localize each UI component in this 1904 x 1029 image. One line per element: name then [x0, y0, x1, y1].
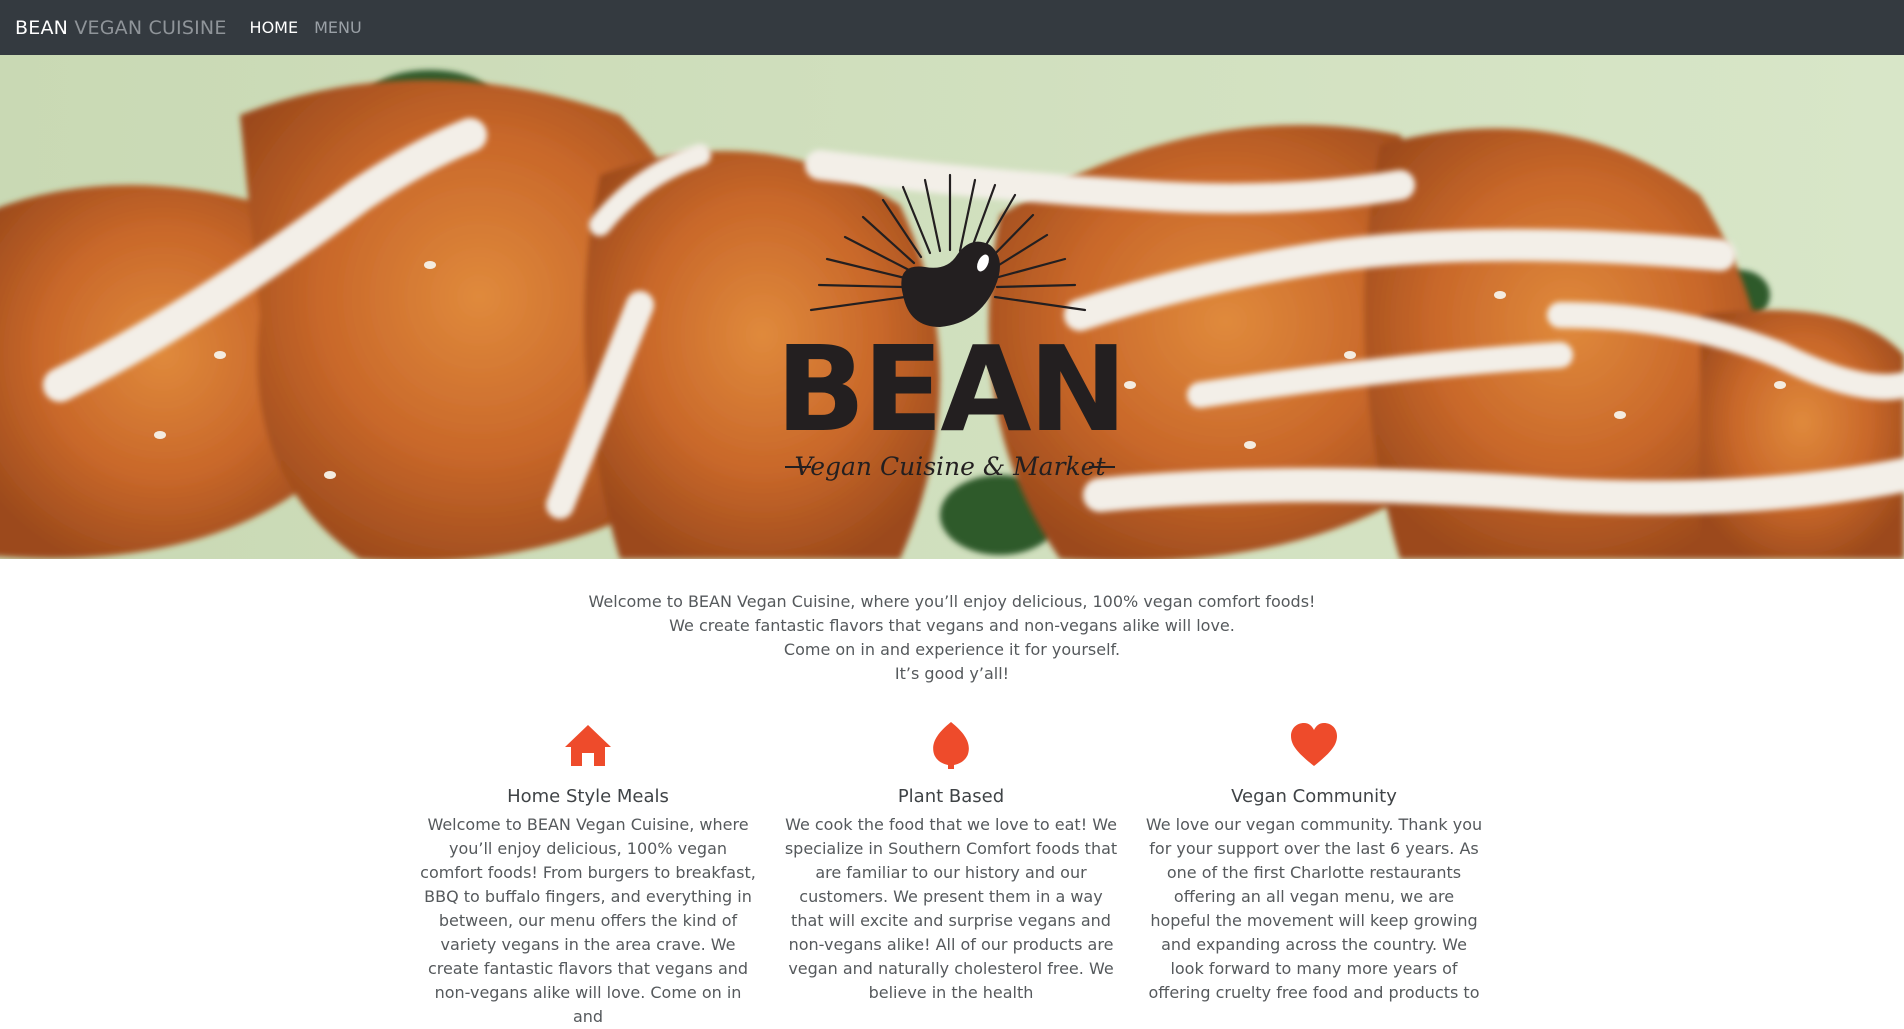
bean-logo: BEAN Vegan Cuisine & Market	[775, 155, 1127, 525]
feature-home-style-meals: Home Style Meals Welcome to BEAN Vegan C…	[418, 720, 758, 1029]
intro-text: Welcome to BEAN Vegan Cuisine, where you…	[0, 590, 1904, 686]
feature-title: Vegan Community	[1231, 786, 1397, 807]
feature-title: Plant Based	[897, 786, 1005, 807]
intro-line: It’s good y’all!	[894, 664, 1010, 683]
feature-text: We love our vegan community. Thank you f…	[1145, 815, 1483, 1002]
feature-title: Home Style Meals	[507, 786, 669, 807]
feature-text: We cook the food that we love to eat! We…	[784, 815, 1118, 1002]
logo-tagline: Vegan Cuisine & Market	[794, 452, 1106, 481]
hero-banner: BEAN Vegan Cuisine & Market	[0, 55, 1904, 559]
intro-line: Welcome to BEAN Vegan Cuisine, where you…	[588, 592, 1316, 611]
feature-plant-based: Plant Based We cook the food that we lov…	[781, 720, 1121, 1005]
intro-line: We create fantastic flavors that vegans …	[669, 616, 1235, 635]
brand-main: BEAN	[15, 16, 69, 39]
logo-title: BEAN	[776, 320, 1125, 458]
nav-link-menu[interactable]: MENU	[314, 18, 362, 37]
bean-logo-graphic: BEAN Vegan Cuisine & Market	[776, 173, 1127, 481]
brand-link[interactable]: BEAN VEGAN CUISINE	[15, 17, 227, 39]
home-icon	[565, 725, 611, 766]
nav-link-home[interactable]: HOME	[250, 18, 299, 37]
intro-line: Come on in and experience it for yoursel…	[783, 640, 1121, 659]
top-navbar: BEAN VEGAN CUISINE HOME MENU	[0, 0, 1904, 55]
feature-text: Welcome to BEAN Vegan Cuisine, where you…	[420, 815, 756, 1026]
leaf-icon	[933, 722, 969, 769]
heart-icon	[1291, 723, 1337, 766]
feature-vegan-community: Vegan Community We love our vegan commun…	[1144, 720, 1484, 1005]
brand-sub: VEGAN CUISINE	[74, 16, 227, 39]
